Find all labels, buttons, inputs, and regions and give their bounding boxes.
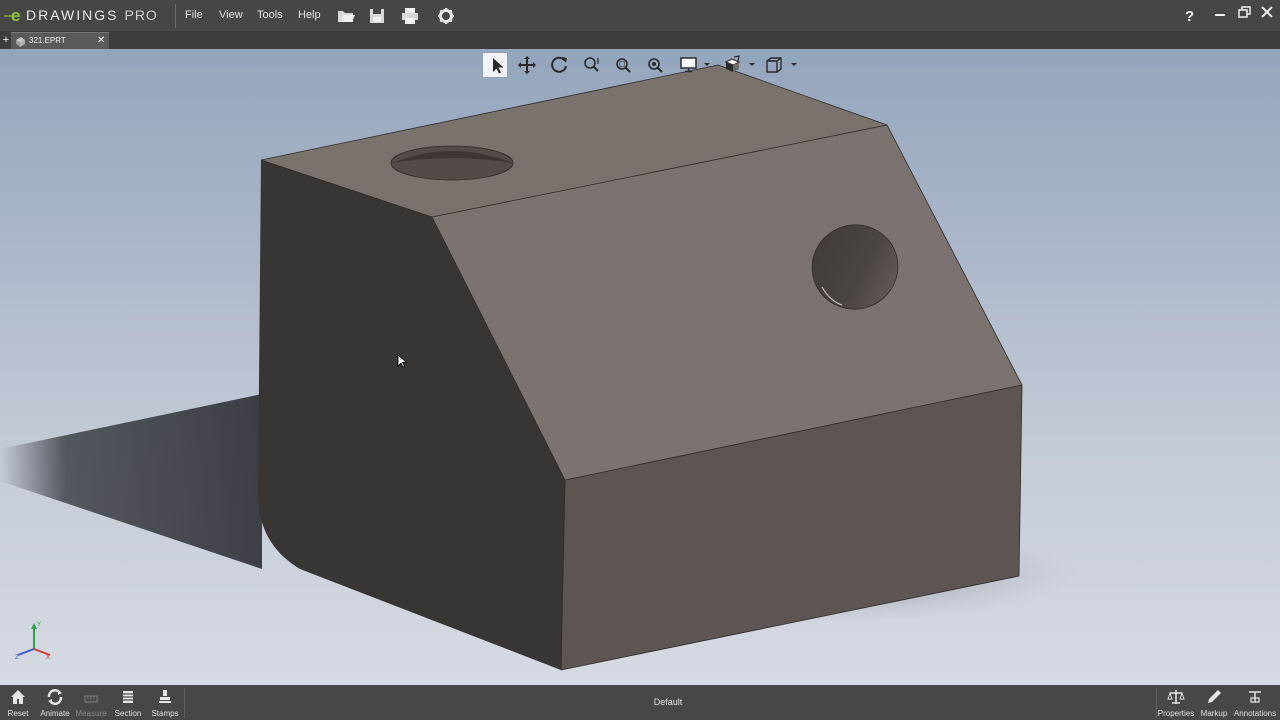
stamps-button[interactable]: Stamps [147, 685, 183, 720]
svg-text:e: e [11, 6, 20, 25]
bottom-toolbar: Reset Animate Measure Section Stamps Def… [0, 685, 1280, 720]
animate-icon [47, 689, 63, 705]
close-icon[interactable] [1257, 3, 1277, 23]
app-brand: DRAWINGS [26, 7, 119, 23]
app-logo: e DRAWINGS PRO [4, 5, 158, 25]
title-separator [175, 4, 176, 28]
svg-text:?: ? [1185, 8, 1194, 25]
view-orientation-icon[interactable] [720, 52, 746, 78]
reset-button[interactable]: Reset [2, 685, 34, 720]
zoom-in-out-icon[interactable] [642, 52, 668, 78]
configuration-name: Default [653, 697, 683, 707]
reset-label: Reset [7, 709, 29, 718]
save-icon[interactable] [367, 6, 387, 26]
home-icon [11, 690, 25, 704]
rotate-icon[interactable] [546, 52, 572, 78]
minimize-icon[interactable] [1210, 3, 1230, 23]
model-shadow [0, 394, 262, 569]
new-tab-plus-icon[interactable]: + [1, 34, 11, 46]
stamps-label: Stamps [151, 709, 179, 718]
display-style-caret-icon[interactable] [704, 62, 710, 68]
print-icon[interactable] [400, 6, 420, 26]
menu-tools[interactable]: Tools [257, 9, 283, 21]
help-icon[interactable]: ? [1180, 5, 1200, 25]
markup-button[interactable]: Markup [1198, 685, 1230, 720]
document-tab[interactable]: 321.EPRT ✕ [11, 32, 109, 49]
app-brand-suffix: PRO [124, 7, 158, 23]
menu-view[interactable]: View [219, 9, 243, 21]
svg-text:X: X [46, 655, 50, 661]
properties-button[interactable]: Properties [1156, 685, 1196, 720]
measure-icon [84, 695, 98, 703]
select-arrow-icon[interactable] [482, 52, 508, 78]
animate-label: Animate [40, 709, 70, 718]
zoom-to-area-icon[interactable] [610, 52, 636, 78]
mouse-cursor-icon [397, 354, 407, 368]
display-style-icon[interactable] [676, 52, 702, 78]
part-file-icon [16, 37, 25, 47]
stamps-icon [159, 690, 171, 703]
section-icon [123, 691, 133, 703]
markup-label: Markup [1200, 709, 1228, 718]
section-label: Section [114, 709, 142, 718]
menu-file[interactable]: File [185, 9, 203, 21]
annotations-button[interactable]: Annotations [1232, 685, 1278, 720]
pan-icon[interactable] [514, 52, 540, 78]
annotations-label: Annotations [1233, 709, 1277, 718]
zoom-to-fit-icon[interactable] [578, 52, 604, 78]
view-orientation-caret-icon[interactable] [749, 62, 755, 68]
open-folder-icon[interactable] [336, 6, 356, 26]
settings-gear-icon[interactable] [436, 6, 456, 26]
restore-icon[interactable] [1234, 3, 1254, 23]
svg-text:Y: Y [37, 622, 41, 628]
axis-triad-icon: X Z Y [15, 622, 51, 661]
standard-views-caret-icon[interactable] [791, 62, 797, 68]
properties-label: Properties [1157, 709, 1195, 718]
part-model[interactable] [0, 49, 1280, 685]
measure-button: Measure [74, 685, 108, 720]
bottom-separator [184, 688, 185, 718]
svg-text:Z: Z [15, 655, 19, 661]
animate-button[interactable]: Animate [37, 685, 73, 720]
properties-icon [1167, 690, 1185, 704]
document-tab-label: 321.EPRT [29, 36, 66, 45]
standard-views-icon[interactable] [761, 52, 787, 78]
menu-help[interactable]: Help [298, 9, 321, 21]
title-bar: e DRAWINGS PRO File View Tools Help ? [0, 0, 1280, 31]
tab-close-icon[interactable]: ✕ [97, 35, 105, 47]
annotations-icon [1249, 691, 1261, 703]
markup-pen-icon [1208, 690, 1221, 703]
document-tab-strip: + 321.EPRT ✕ [0, 31, 1280, 49]
edrawings-logo-icon: e [4, 6, 20, 25]
3d-viewport[interactable]: X Z Y [0, 49, 1280, 685]
measure-label: Measure [75, 709, 107, 718]
section-button[interactable]: Section [111, 685, 145, 720]
